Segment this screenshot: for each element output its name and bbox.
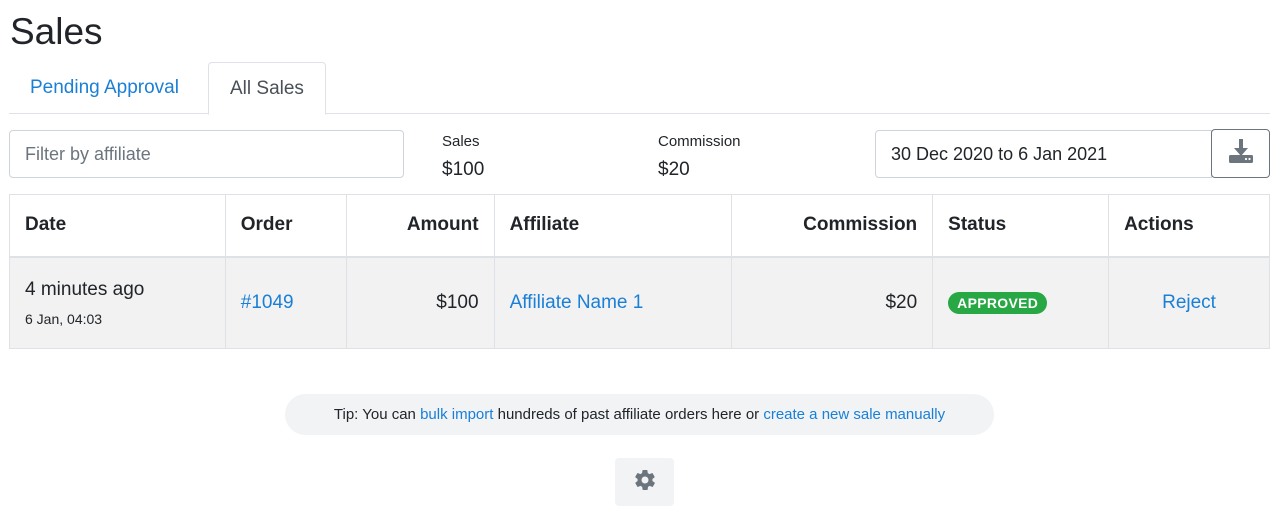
commission-stat-value: $20 [658, 159, 690, 180]
affiliate-filter-input[interactable] [9, 130, 404, 178]
date-cell: 4 minutes ago 6 Jan, 04:03 [9, 256, 226, 349]
bulk-import-link[interactable]: bulk import [420, 406, 493, 423]
commission-stat-label: Commission [658, 133, 741, 150]
order-cell: #1049 [224, 256, 347, 349]
amount-cell: $100 [345, 256, 495, 349]
affiliate-cell: Affiliate Name 1 [493, 256, 733, 349]
tip-text-middle: hundreds of past affiliate orders here o… [493, 406, 764, 423]
exact-time: 6 Jan, 04:03 [25, 310, 103, 327]
settings-button[interactable] [615, 458, 674, 506]
date-range-input[interactable]: 30 Dec 2020 to 6 Jan 2021 [875, 130, 1212, 178]
download-button[interactable] [1211, 129, 1270, 178]
column-header-affiliate: Affiliate [493, 194, 733, 258]
column-header-order: Order [224, 194, 347, 258]
create-sale-link[interactable]: create a new sale manually [763, 406, 945, 423]
column-header-amount: Amount [345, 194, 495, 258]
table-row: 4 minutes ago 6 Jan, 04:03 #1049 $100 Af… [9, 256, 1270, 349]
sales-stat-label: Sales [442, 133, 480, 150]
tab-pending-approval[interactable]: Pending Approval [9, 62, 200, 114]
gear-icon [633, 468, 657, 497]
sales-stat: Sales $100 [442, 132, 484, 183]
tip-text-prefix: Tip: You can [333, 406, 421, 423]
sales-stat-value: $100 [442, 159, 485, 180]
column-header-commission: Commission [731, 194, 934, 258]
affiliate-link[interactable]: Affiliate Name 1 [510, 292, 644, 313]
column-header-actions: Actions [1108, 194, 1270, 258]
relative-time: 4 minutes ago [25, 278, 145, 300]
column-header-date: Date [9, 194, 226, 258]
tip-banner: Tip: You can bulk import hundreds of pas… [285, 394, 994, 435]
order-link[interactable]: #1049 [241, 292, 294, 313]
commission-cell: $20 [731, 256, 934, 349]
reject-button[interactable]: Reject [1162, 292, 1216, 313]
status-badge: APPROVED [948, 291, 1048, 314]
column-header-status: Status [932, 194, 1110, 258]
page-title: Sales [10, 11, 103, 52]
table-header-row: Date Order Amount Affiliate Commission S… [9, 194, 1270, 258]
download-icon [1228, 138, 1254, 169]
tabs: Pending Approval All Sales [9, 62, 1270, 115]
commission-stat: Commission $20 [658, 132, 741, 183]
sales-table: Date Order Amount Affiliate Commission S… [9, 194, 1270, 349]
actions-cell: Reject [1108, 256, 1270, 349]
tab-all-sales[interactable]: All Sales [208, 62, 326, 115]
status-cell: APPROVED [932, 256, 1110, 349]
